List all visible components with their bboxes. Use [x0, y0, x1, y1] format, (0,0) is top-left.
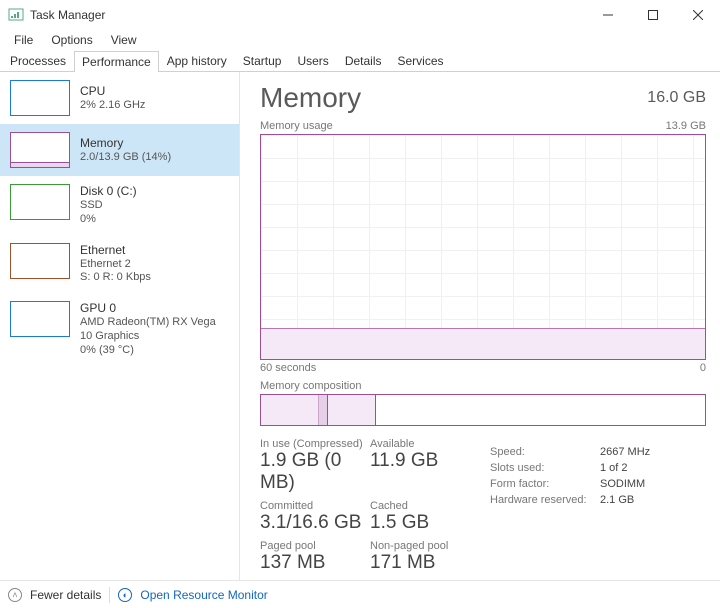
info-slots-label: Slots used: [490, 462, 600, 474]
menu-file[interactable]: File [6, 31, 41, 49]
stat-inuse-value: 1.9 GB (0 MB) [260, 450, 370, 494]
app-icon [8, 7, 24, 23]
composition-in-use [261, 395, 319, 425]
tab-services[interactable]: Services [390, 50, 452, 71]
title-bar: Task Manager [0, 0, 720, 30]
stat-commit-label: Committed [260, 500, 370, 512]
menu-view[interactable]: View [103, 31, 145, 49]
chart-max: 13.9 GB [666, 120, 706, 132]
detail-panel: Memory 16.0 GB Memory usage 13.9 GB 60 s… [240, 72, 720, 580]
tab-startup[interactable]: Startup [235, 50, 290, 71]
tab-users[interactable]: Users [289, 50, 336, 71]
performance-sidebar: CPU 2% 2.16 GHz Memory 2.0/13.9 GB (14%)… [0, 72, 240, 580]
chart-title: Memory usage [260, 120, 333, 132]
gpu-thumbnail-chart [10, 301, 70, 337]
tab-strip: Processes Performance App history Startu… [0, 50, 720, 72]
detail-title: Memory [260, 82, 361, 114]
stat-paged-label: Paged pool [260, 540, 370, 552]
footer-divider [109, 587, 110, 603]
tab-processes[interactable]: Processes [2, 50, 74, 71]
sidebar-disk-name: Disk 0 (C:) [80, 184, 137, 199]
stat-avail-value: 11.9 GB [370, 450, 480, 472]
memory-usage-chart [260, 134, 706, 360]
stat-npaged-value: 171 MB [370, 552, 480, 574]
sidebar-gpu-name: GPU 0 [80, 301, 229, 316]
tab-details[interactable]: Details [337, 50, 390, 71]
sidebar-disk-sub1: SSD [80, 199, 137, 213]
sidebar-eth-sub1: Ethernet 2 [80, 258, 151, 272]
tab-app-history[interactable]: App history [159, 50, 235, 71]
info-hw-label: Hardware reserved: [490, 494, 600, 506]
chart-axis-right: 0 [700, 362, 706, 374]
sidebar-item-gpu[interactable]: GPU 0 AMD Radeon(TM) RX Vega 10 Graphics… [0, 293, 239, 365]
resource-monitor-icon: ◐ [118, 588, 132, 602]
stat-inuse-label: In use (Compressed) [260, 438, 370, 450]
composition-modified [319, 395, 328, 425]
sidebar-cpu-name: CPU [80, 84, 145, 99]
collapse-icon: ˄ [8, 588, 22, 602]
info-form-label: Form factor: [490, 478, 600, 490]
sidebar-disk-sub2: 0% [80, 213, 137, 227]
info-speed-value: 2667 MHz [600, 446, 690, 458]
sidebar-item-ethernet[interactable]: Ethernet Ethernet 2 S: 0 R: 0 Kbps [0, 235, 239, 294]
composition-standby [328, 395, 377, 425]
sidebar-eth-sub2: S: 0 R: 0 Kbps [80, 271, 151, 285]
chart-axis-left: 60 seconds [260, 362, 316, 374]
detail-capacity: 16.0 GB [647, 89, 706, 107]
open-resource-monitor-link[interactable]: Open Resource Monitor [140, 588, 267, 602]
sidebar-cpu-sub: 2% 2.16 GHz [80, 99, 145, 113]
tab-performance[interactable]: Performance [74, 51, 159, 72]
stat-commit-value: 3.1/16.6 GB [260, 512, 370, 534]
stat-cached-label: Cached [370, 500, 480, 512]
minimize-button[interactable] [585, 0, 630, 30]
sidebar-gpu-sub2: 0% (39 °C) [80, 344, 229, 358]
status-bar: ˄ Fewer details ◐ Open Resource Monitor [0, 580, 720, 608]
sidebar-memory-name: Memory [80, 136, 171, 151]
ethernet-thumbnail-chart [10, 243, 70, 279]
memory-usage-area [261, 328, 705, 359]
close-button[interactable] [675, 0, 720, 30]
disk-thumbnail-chart [10, 184, 70, 220]
info-speed-label: Speed: [490, 446, 600, 458]
window-title: Task Manager [30, 8, 585, 22]
memory-composition-bar [260, 394, 706, 426]
stat-cached-value: 1.5 GB [370, 512, 480, 534]
cpu-thumbnail-chart [10, 80, 70, 116]
sidebar-eth-name: Ethernet [80, 243, 151, 258]
stat-npaged-label: Non-paged pool [370, 540, 480, 552]
sidebar-memory-sub: 2.0/13.9 GB (14%) [80, 151, 171, 165]
sidebar-item-cpu[interactable]: CPU 2% 2.16 GHz [0, 72, 239, 124]
window-controls [585, 0, 720, 30]
stat-paged-value: 137 MB [260, 552, 370, 574]
menu-options[interactable]: Options [43, 31, 100, 49]
stat-avail-label: Available [370, 438, 480, 450]
composition-title: Memory composition [260, 380, 706, 392]
memory-thumbnail-chart [10, 132, 70, 168]
info-slots-value: 1 of 2 [600, 462, 690, 474]
menu-bar: File Options View [0, 30, 720, 50]
info-hw-value: 2.1 GB [600, 494, 690, 506]
maximize-button[interactable] [630, 0, 675, 30]
sidebar-gpu-sub1: AMD Radeon(TM) RX Vega 10 Graphics [80, 316, 229, 344]
fewer-details-link[interactable]: Fewer details [30, 588, 101, 602]
sidebar-item-disk[interactable]: Disk 0 (C:) SSD 0% [0, 176, 239, 235]
info-form-value: SODIMM [600, 478, 690, 490]
sidebar-item-memory[interactable]: Memory 2.0/13.9 GB (14%) [0, 124, 239, 176]
